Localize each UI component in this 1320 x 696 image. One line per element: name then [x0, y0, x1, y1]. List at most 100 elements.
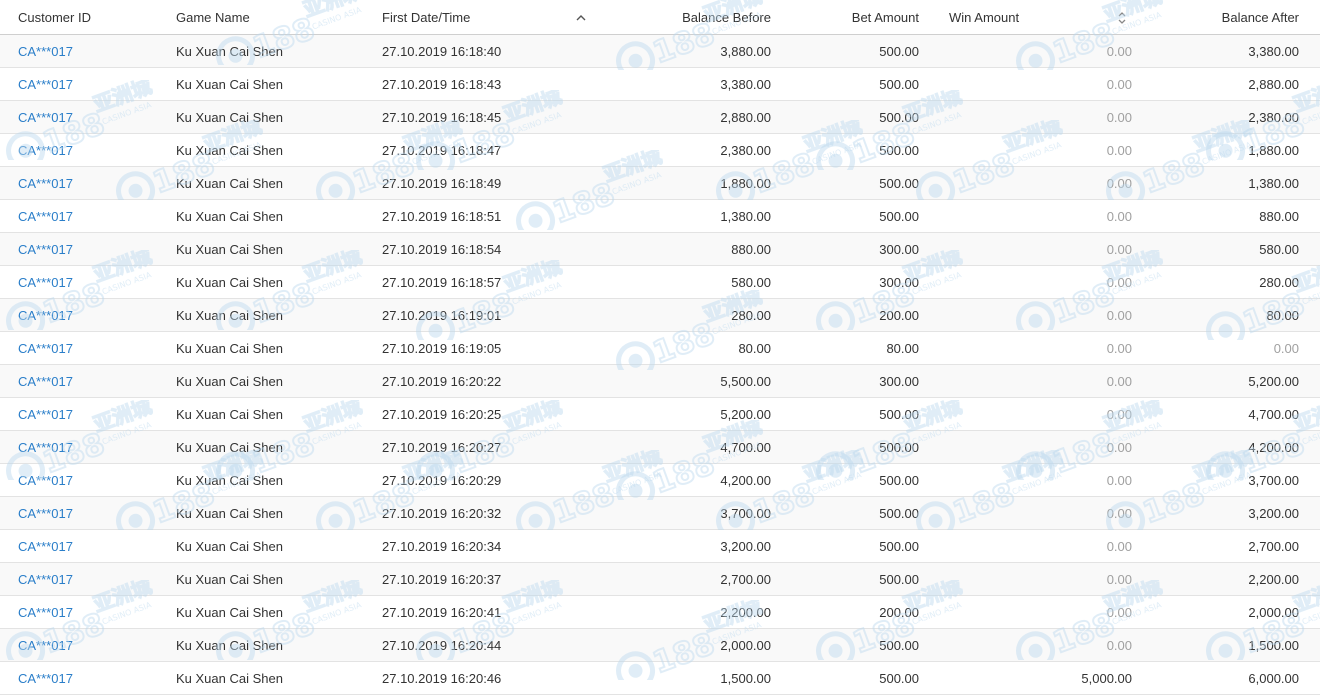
win-amount-cell: 0.00 — [1106, 604, 1132, 620]
customer-id-link[interactable]: CA***017 — [18, 497, 168, 529]
game-name-cell: Ku Xuan Cai Shen — [176, 439, 283, 455]
customer-id-link[interactable]: CA***017 — [18, 398, 168, 430]
customer-id-link[interactable]: CA***017 — [18, 233, 168, 265]
win-amount-cell: 0.00 — [1106, 43, 1132, 59]
table-row: CA***017 Ku Xuan Cai Shen 27.10.2019 16:18… — [0, 134, 1320, 167]
game-name-cell: Ku Xuan Cai Shen — [176, 175, 283, 191]
balance-after-cell: 880.00 — [1259, 208, 1299, 224]
balance-after-cell: 1,380.00 — [1248, 175, 1299, 191]
sort-toggle-icon[interactable] — [1116, 10, 1128, 26]
bet-amount-cell: 500.00 — [879, 406, 919, 422]
bet-amount-cell: 500.00 — [879, 439, 919, 455]
game-name-cell: Ku Xuan Cai Shen — [176, 307, 283, 323]
table-row: CA***017 Ku Xuan Cai Shen 27.10.2019 16:20… — [0, 596, 1320, 629]
bet-amount-cell: 300.00 — [879, 241, 919, 257]
balance-after-cell: 2,000.00 — [1248, 604, 1299, 620]
customer-id-link[interactable]: CA***017 — [18, 134, 168, 166]
bet-amount-cell: 500.00 — [879, 670, 919, 686]
customer-id-link[interactable]: CA***017 — [18, 596, 168, 628]
win-amount-cell: 0.00 — [1106, 274, 1132, 290]
bet-amount-cell: 500.00 — [879, 208, 919, 224]
balance-after-cell: 0.00 — [1273, 340, 1299, 356]
balance-after-cell: 1,880.00 — [1248, 142, 1299, 158]
game-name-cell: Ku Xuan Cai Shen — [176, 604, 283, 620]
column-header-game-name[interactable]: Game Name — [176, 0, 376, 34]
bet-amount-cell: 300.00 — [879, 373, 919, 389]
column-header-first-datetime[interactable]: First Date/Time — [382, 0, 582, 34]
datetime-cell: 27.10.2019 16:18:51 — [382, 208, 502, 224]
chevron-up-icon[interactable] — [575, 12, 587, 24]
win-amount-cell: 0.00 — [1106, 175, 1132, 191]
table-row: CA***017 Ku Xuan Cai Shen 27.10.2019 16:18… — [0, 200, 1320, 233]
win-amount-cell: 0.00 — [1106, 373, 1132, 389]
win-amount-cell: 0.00 — [1106, 472, 1132, 488]
balance-after-cell: 4,700.00 — [1248, 406, 1299, 422]
bet-amount-cell: 300.00 — [879, 274, 919, 290]
table-row: CA***017 Ku Xuan Cai Shen 27.10.2019 16:20… — [0, 431, 1320, 464]
win-amount-cell: 0.00 — [1106, 538, 1132, 554]
customer-id-link[interactable]: CA***017 — [18, 464, 168, 496]
win-amount-cell: 0.00 — [1106, 241, 1132, 257]
table-row: CA***017 Ku Xuan Cai Shen 27.10.2019 16:20… — [0, 662, 1320, 695]
customer-id-link[interactable]: CA***017 — [18, 200, 168, 232]
column-header-balance-after[interactable]: Balance After — [1140, 0, 1299, 34]
customer-id-link[interactable]: CA***017 — [18, 266, 168, 298]
bet-amount-cell: 500.00 — [879, 637, 919, 653]
customer-id-link[interactable]: CA***017 — [18, 167, 168, 199]
game-name-cell: Ku Xuan Cai Shen — [176, 571, 283, 587]
customer-id-link[interactable]: CA***017 — [18, 68, 168, 100]
column-header-bet-amount[interactable]: Bet Amount — [780, 0, 919, 34]
customer-id-link[interactable]: CA***017 — [18, 35, 168, 67]
win-amount-cell: 0.00 — [1106, 439, 1132, 455]
datetime-cell: 27.10.2019 16:18:40 — [382, 43, 502, 59]
customer-id-link[interactable]: CA***017 — [18, 530, 168, 562]
balance-before-cell: 5,500.00 — [720, 373, 771, 389]
datetime-cell: 27.10.2019 16:20:25 — [382, 406, 502, 422]
datetime-cell: 27.10.2019 16:20:37 — [382, 571, 502, 587]
balance-before-cell: 80.00 — [738, 340, 771, 356]
table-row: CA***017 Ku Xuan Cai Shen 27.10.2019 16:18… — [0, 101, 1320, 134]
betting-history-table: Customer ID Game Name First Date/Time Ba… — [0, 0, 1320, 695]
win-amount-cell: 0.00 — [1106, 307, 1132, 323]
balance-after-cell: 6,000.00 — [1248, 670, 1299, 686]
datetime-cell: 27.10.2019 16:18:57 — [382, 274, 502, 290]
balance-after-cell: 4,200.00 — [1248, 439, 1299, 455]
game-name-cell: Ku Xuan Cai Shen — [176, 142, 283, 158]
customer-id-link[interactable]: CA***017 — [18, 662, 168, 694]
table-row: CA***017 Ku Xuan Cai Shen 27.10.2019 16:20… — [0, 530, 1320, 563]
balance-after-cell: 2,700.00 — [1248, 538, 1299, 554]
customer-id-link[interactable]: CA***017 — [18, 332, 168, 364]
customer-id-link[interactable]: CA***017 — [18, 299, 168, 331]
customer-id-link[interactable]: CA***017 — [18, 365, 168, 397]
game-name-cell: Ku Xuan Cai Shen — [176, 373, 283, 389]
table-row: CA***017 Ku Xuan Cai Shen 27.10.2019 16:18… — [0, 167, 1320, 200]
game-name-cell: Ku Xuan Cai Shen — [176, 274, 283, 290]
customer-id-link[interactable]: CA***017 — [18, 563, 168, 595]
table-row: CA***017 Ku Xuan Cai Shen 27.10.2019 16:18… — [0, 233, 1320, 266]
column-header-balance-before[interactable]: Balance Before — [600, 0, 771, 34]
win-amount-cell: 0.00 — [1106, 571, 1132, 587]
customer-id-link[interactable]: CA***017 — [18, 629, 168, 661]
bet-amount-cell: 200.00 — [879, 307, 919, 323]
datetime-cell: 27.10.2019 16:20:34 — [382, 538, 502, 554]
datetime-cell: 27.10.2019 16:20:29 — [382, 472, 502, 488]
balance-before-cell: 2,880.00 — [720, 109, 771, 125]
game-name-cell: Ku Xuan Cai Shen — [176, 340, 283, 356]
column-header-customer-id[interactable]: Customer ID — [18, 0, 168, 34]
customer-id-link[interactable]: CA***017 — [18, 101, 168, 133]
table-row: CA***017 Ku Xuan Cai Shen 27.10.2019 16:20… — [0, 497, 1320, 530]
game-name-cell: Ku Xuan Cai Shen — [176, 241, 283, 257]
table-row: CA***017 Ku Xuan Cai Shen 27.10.2019 16:20… — [0, 365, 1320, 398]
bet-amount-cell: 500.00 — [879, 472, 919, 488]
datetime-cell: 27.10.2019 16:18:47 — [382, 142, 502, 158]
balance-before-cell: 3,200.00 — [720, 538, 771, 554]
bet-amount-cell: 500.00 — [879, 142, 919, 158]
balance-before-cell: 5,200.00 — [720, 406, 771, 422]
column-header-win-amount[interactable]: Win Amount — [949, 0, 1069, 34]
win-amount-cell: 0.00 — [1106, 406, 1132, 422]
bet-amount-cell: 500.00 — [879, 571, 919, 587]
balance-before-cell: 1,500.00 — [720, 670, 771, 686]
datetime-cell: 27.10.2019 16:20:44 — [382, 637, 502, 653]
customer-id-link[interactable]: CA***017 — [18, 431, 168, 463]
win-amount-cell: 5,000.00 — [1081, 670, 1132, 686]
